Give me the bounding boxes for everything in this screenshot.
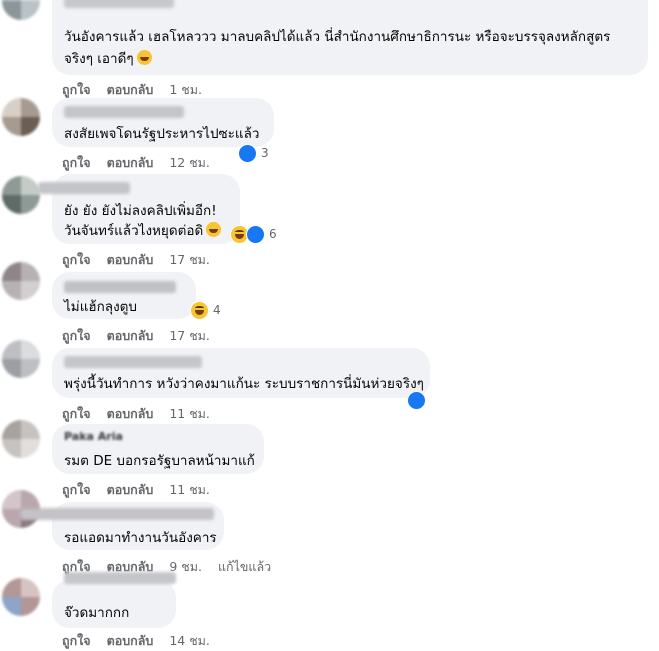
comment-text: จริงๆ เอาดีๆ bbox=[64, 49, 152, 69]
like-link[interactable]: ถูกใจ bbox=[62, 406, 91, 421]
comment-actions: ถูกใจ ตอบกลับ 17 ชม. bbox=[62, 326, 226, 346]
commenter-name-blurred[interactable] bbox=[38, 182, 130, 194]
rofl-emoji-icon bbox=[206, 222, 222, 237]
reply-link[interactable]: ตอบกลับ bbox=[107, 328, 154, 343]
comment-actions: ถูกใจ ตอบกลับ 17 ชม. bbox=[62, 250, 226, 270]
timestamp[interactable]: 14 ชม. bbox=[169, 633, 210, 648]
avatar[interactable] bbox=[2, 98, 40, 136]
comment-text: รอแอดมาทำงานวันอังคาร bbox=[64, 530, 217, 546]
comment-text: วันจันทร์แล้วไงหยุดต่อดิ bbox=[64, 221, 222, 241]
comment-text-line: วันจันทร์แล้วไงหยุดต่อดิ bbox=[64, 223, 204, 239]
reply-link[interactable]: ตอบกลับ bbox=[107, 155, 154, 170]
commenter-name-blurred[interactable] bbox=[64, 106, 184, 118]
timestamp[interactable]: 12 ชม. bbox=[169, 155, 210, 170]
comment-text: รมต DE บอกรอรัฐบาลหน้ามาแก้ bbox=[64, 453, 255, 469]
like-reaction-icon bbox=[407, 390, 426, 410]
comment-actions: ถูกใจ ตอบกลับ 12 ชม. bbox=[62, 153, 226, 173]
comment-text: วันอังคารแล้ว เฮลโหลววว มาลบคลิปได้แล้ว … bbox=[64, 29, 611, 45]
comment-actions: ถูกใจ ตอบกลับ 14 ชม. bbox=[62, 631, 226, 651]
timestamp[interactable]: 11 ชม. bbox=[169, 406, 210, 421]
comment-text: จ๊วดมากกก bbox=[64, 605, 130, 621]
reply-link[interactable]: ตอบกลับ bbox=[107, 82, 154, 97]
reaction-summary[interactable]: 3 bbox=[238, 143, 269, 163]
comment-text-line: จริงๆ เอาดีๆ bbox=[64, 51, 134, 67]
reaction-summary[interactable]: 4 bbox=[190, 300, 221, 320]
like-link[interactable]: ถูกใจ bbox=[62, 82, 91, 97]
reply-link[interactable]: ตอบกลับ bbox=[107, 406, 154, 421]
comment-text: ไม่แฮ้กลุงตูบ bbox=[64, 299, 138, 315]
comment-actions: ถูกใจ ตอบกลับ 11 ชม. bbox=[62, 480, 226, 500]
like-reaction-icon bbox=[246, 224, 265, 244]
reaction-summary[interactable] bbox=[407, 390, 426, 410]
haha-emoji-icon bbox=[136, 50, 152, 65]
avatar[interactable] bbox=[2, 262, 40, 300]
reaction-count: 6 bbox=[269, 227, 277, 241]
commenter-name-blurred[interactable] bbox=[20, 508, 214, 520]
comment-text: พรุ่งนี้วันทำการ หวังว่าคงมาแก้นะ ระบบรา… bbox=[64, 376, 424, 392]
commenter-name-blurred[interactable] bbox=[64, 572, 176, 584]
avatar[interactable] bbox=[2, 420, 40, 458]
edited-label[interactable]: แก้ไขแล้ว bbox=[218, 559, 271, 574]
commenter-name-blurred[interactable] bbox=[64, 356, 202, 368]
timestamp[interactable]: 11 ชม. bbox=[169, 482, 210, 497]
like-link[interactable]: ถูกใจ bbox=[62, 328, 91, 343]
reply-link[interactable]: ตอบกลับ bbox=[107, 482, 154, 497]
like-link[interactable]: ถูกใจ bbox=[62, 252, 91, 267]
like-reaction-icon bbox=[238, 143, 257, 163]
avatar[interactable] bbox=[2, 0, 40, 20]
comment-text: ยัง ยัง ยังไม่ลงคลิปเพิ่มอีก! bbox=[64, 203, 217, 219]
timestamp[interactable]: 17 ชม. bbox=[169, 252, 210, 267]
reaction-summary[interactable]: 6 bbox=[230, 224, 277, 244]
like-link[interactable]: ถูกใจ bbox=[62, 155, 91, 170]
haha-reaction-icon bbox=[190, 300, 209, 320]
like-link[interactable]: ถูกใจ bbox=[62, 482, 91, 497]
avatar[interactable] bbox=[2, 340, 40, 378]
timestamp[interactable]: 17 ชม. bbox=[169, 328, 210, 343]
comment-actions: ถูกใจ ตอบกลับ 1 ชม. bbox=[62, 80, 218, 100]
avatar[interactable] bbox=[2, 176, 40, 214]
reply-link[interactable]: ตอบกลับ bbox=[107, 252, 154, 267]
avatar[interactable] bbox=[2, 578, 40, 616]
reaction-count: 4 bbox=[213, 303, 221, 317]
reaction-count: 3 bbox=[261, 146, 269, 160]
comment-actions: ถูกใจ ตอบกลับ 11 ชม. bbox=[62, 404, 226, 424]
reply-link[interactable]: ตอบกลับ bbox=[107, 633, 154, 648]
like-link[interactable]: ถูกใจ bbox=[62, 633, 91, 648]
commenter-name-blurred[interactable] bbox=[64, 281, 176, 293]
commenter-name-blurred[interactable] bbox=[64, 0, 174, 8]
comment-text: สงสัยเพจโดนรัฐประหารไปซะแล้ว bbox=[64, 126, 260, 142]
timestamp[interactable]: 1 ชม. bbox=[169, 82, 202, 97]
commenter-name[interactable]: Paka Aria bbox=[64, 430, 123, 443]
